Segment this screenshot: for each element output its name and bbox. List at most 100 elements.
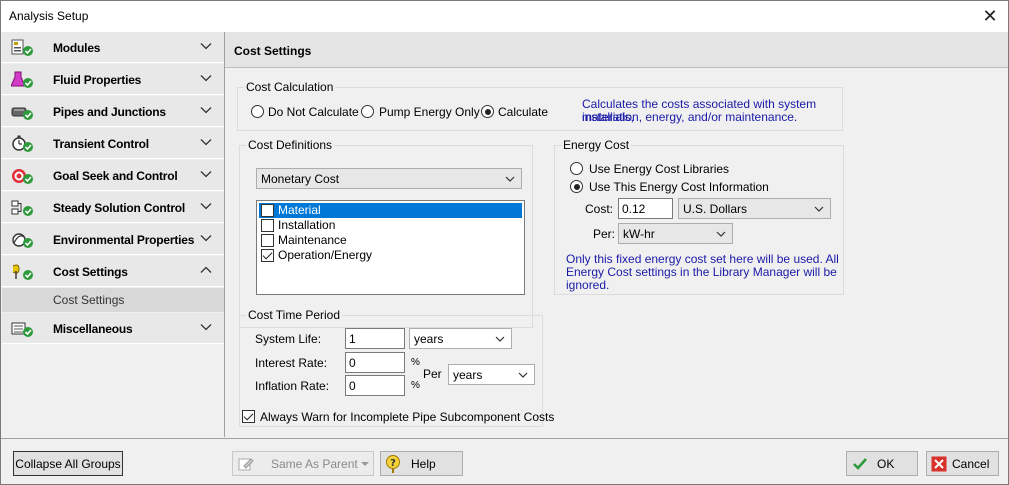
edit-icon	[238, 458, 254, 471]
radio-label: Pump Energy Only	[379, 105, 480, 119]
pipe-icon	[11, 107, 33, 120]
system-life-value: 1	[349, 332, 356, 346]
sidebar-group-steady-solution-control[interactable]: Steady Solution Control	[2, 192, 224, 223]
interest-rate-input[interactable]: 0	[345, 352, 405, 373]
list-item-label: Installation	[278, 218, 336, 232]
checkbox-maintenance[interactable]	[261, 234, 274, 247]
help-button[interactable]: ? Help	[380, 451, 463, 476]
button-label: Help	[411, 457, 436, 471]
sidebar-group-environmental-properties[interactable]: Environmental Properties	[2, 224, 224, 255]
stopwatch-icon	[12, 135, 33, 152]
sidebar-group-miscellaneous[interactable]: Miscellaneous	[2, 313, 224, 344]
sidebar-group-pipes-and-junctions[interactable]: Pipes and Junctions	[2, 96, 224, 127]
modules-icon	[11, 39, 33, 56]
button-label: Collapse All Groups	[15, 457, 121, 471]
sidebar-group-label: Pipes and Junctions	[53, 105, 166, 119]
radio-do-not-calculate[interactable]	[251, 105, 264, 118]
dialog-footer: Collapse All Groups Same As Parent ? Hel…	[1, 438, 1008, 484]
cost-icon	[12, 264, 33, 280]
collapse-all-groups-button[interactable]: Collapse All Groups	[13, 451, 123, 476]
cost-calculation-description-2: installation, energy, and/or maintenance…	[582, 110, 798, 124]
dropdown-value: years	[414, 332, 444, 346]
sidebar: Modules Fluid Properties Pipes and Junct…	[2, 32, 224, 437]
sidebar-item-cost-settings[interactable]: Cost Settings	[2, 288, 224, 312]
radio-pump-energy-only[interactable]	[361, 105, 374, 118]
percent-label: %	[411, 380, 420, 391]
window-title: Analysis Setup	[9, 9, 89, 23]
energy-cost-legend: Energy Cost	[561, 138, 632, 152]
system-life-input[interactable]: 1	[345, 328, 405, 349]
chevron-down-icon	[505, 176, 515, 182]
checkmark-icon	[853, 458, 867, 470]
radio-label: Use This Energy Cost Information	[589, 180, 769, 194]
sidebar-group-label: Environmental Properties	[53, 233, 195, 247]
per-label: Per:	[593, 227, 616, 241]
interest-rate-label: Interest Rate:	[255, 356, 328, 370]
energy-cost-note-3: ignored.	[566, 278, 610, 292]
ok-button[interactable]: OK	[846, 451, 918, 476]
cost-calculation-legend: Cost Calculation	[244, 80, 336, 94]
checkbox-operation-energy[interactable]	[261, 249, 274, 262]
inflation-rate-label: Inflation Rate:	[255, 379, 330, 393]
cancel-button[interactable]: Cancel	[926, 451, 999, 476]
button-label: Same As Parent	[271, 457, 358, 471]
cost-label: Cost:	[585, 202, 614, 216]
sidebar-group-label: Modules	[53, 41, 101, 55]
list-item-label: Material	[278, 203, 321, 217]
list-item-material[interactable]: Material	[259, 203, 522, 218]
same-as-parent-button[interactable]: Same As Parent	[232, 451, 374, 476]
environment-icon	[12, 233, 33, 248]
chevron-down-icon	[495, 336, 505, 342]
inflation-rate-input[interactable]: 0	[345, 375, 405, 396]
list-item-maintenance[interactable]: Maintenance	[259, 233, 522, 248]
sidebar-group-label: Fluid Properties	[53, 73, 142, 87]
sidebar-group-goal-seek-and-control[interactable]: Goal Seek and Control	[2, 160, 224, 191]
close-icon[interactable]: ✕	[976, 3, 1004, 29]
list-item-operation-energy[interactable]: Operation/Energy	[259, 248, 522, 263]
analysis-setup-window: Analysis Setup ✕ Modules Fluid Propertie…	[0, 0, 1009, 485]
chevron-down-icon	[200, 324, 212, 331]
interest-rate-value: 0	[349, 356, 356, 370]
chevron-down-icon	[200, 107, 212, 114]
sidebar-group-fluid-properties[interactable]: Fluid Properties	[2, 64, 224, 95]
per-label: Per	[423, 367, 442, 381]
dropdown-value: kW-hr	[623, 227, 655, 241]
chevron-down-icon	[518, 372, 528, 378]
chevron-down-icon	[814, 206, 824, 212]
currency-dropdown[interactable]: U.S. Dollars	[678, 198, 831, 219]
list-item-installation[interactable]: Installation	[259, 218, 522, 233]
cost-definitions-legend: Cost Definitions	[246, 138, 335, 152]
chevron-down-icon	[200, 235, 212, 242]
chevron-down-icon	[361, 462, 369, 466]
chevron-down-icon	[200, 203, 212, 210]
sidebar-group-cost-settings[interactable]: Cost Settings	[2, 256, 224, 287]
cost-type-dropdown[interactable]: Monetary Cost	[256, 168, 522, 189]
energy-cost-input[interactable]: 0.12	[618, 198, 673, 219]
system-life-label: System Life:	[255, 332, 322, 346]
cost-calculation-group: Cost Calculation Do Not Calculate Pump E…	[237, 80, 843, 131]
system-life-unit-dropdown[interactable]: years	[409, 328, 512, 349]
target-icon	[12, 169, 33, 184]
always-warn-checkbox[interactable]	[242, 410, 255, 423]
sidebar-group-label: Transient Control	[53, 137, 149, 151]
dropdown-value: Monetary Cost	[261, 172, 340, 186]
chevron-down-icon	[716, 231, 726, 237]
sidebar-group-transient-control[interactable]: Transient Control	[2, 128, 224, 159]
content-header: Cost Settings	[225, 32, 1008, 68]
chevron-up-icon	[200, 266, 212, 273]
energy-unit-dropdown[interactable]: kW-hr	[618, 223, 733, 244]
sidebar-group-label: Cost Settings	[53, 265, 128, 279]
list-item-label: Maintenance	[278, 233, 347, 247]
checkbox-installation[interactable]	[261, 219, 274, 232]
button-label: Cancel	[952, 457, 990, 471]
rate-period-dropdown[interactable]: years	[448, 364, 535, 385]
energy-cost-value: 0.12	[622, 202, 646, 216]
sidebar-group-modules[interactable]: Modules	[2, 32, 224, 63]
content-panel: Cost Settings Cost Calculation Do Not Ca…	[225, 32, 1008, 437]
radio-calculate[interactable]	[481, 105, 494, 118]
radio-use-this-energy-cost[interactable]	[570, 180, 583, 193]
checkbox-material[interactable]	[261, 204, 274, 217]
help-icon: ?	[386, 455, 400, 473]
radio-use-energy-cost-libraries[interactable]	[570, 162, 583, 175]
cost-definitions-list: Material Installation Maintenance Operat…	[256, 200, 525, 295]
